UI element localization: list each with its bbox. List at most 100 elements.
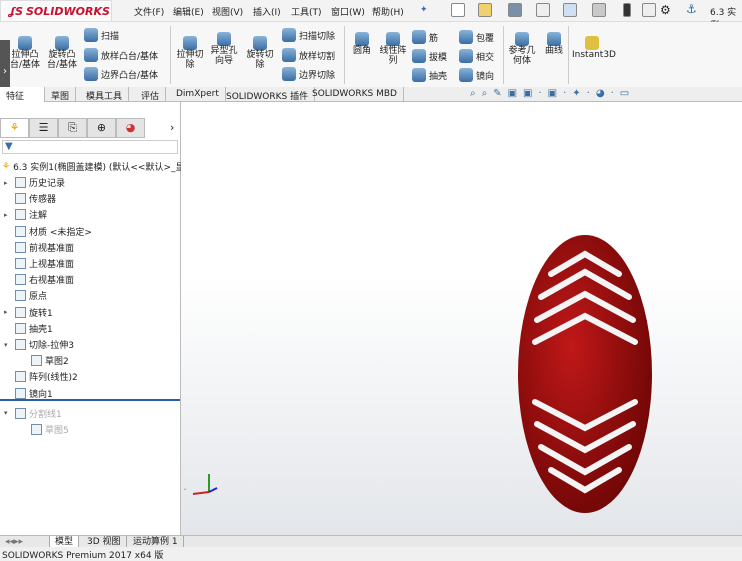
tab-mbd[interactable]: SOLIDWORKS MBD <box>306 87 404 102</box>
instant3d-button[interactable]: Instant3D <box>572 36 616 60</box>
view-toolbar-icons[interactable]: ⌕⌕✎▣▣·▣·✦·◕·▭ <box>470 88 635 99</box>
tree-item-mirror1[interactable]: 镜向1 <box>4 387 53 400</box>
display-manager-tab-icon[interactable]: ◕ <box>116 118 145 138</box>
label: 抽壳1 <box>29 324 53 335</box>
filter-input[interactable]: ▼ <box>2 140 178 154</box>
shell-button[interactable]: 抽壳 <box>412 68 447 82</box>
title-bar: ʆS SOLIDWORKS 文件(F) 编辑(E) 视图(V) 插入(I) 工具(… <box>0 0 742 31</box>
extrude-cut-button[interactable]: 拉伸切除 <box>174 36 206 70</box>
mirror-button[interactable]: 镜向 <box>459 68 494 82</box>
print-icon[interactable] <box>536 3 550 17</box>
property-manager-tab-icon[interactable]: ☰ <box>29 118 58 138</box>
select-icon[interactable] <box>592 3 606 17</box>
expand-toggle-icon[interactable]: ▸ <box>4 308 12 316</box>
tree-item-sensors[interactable]: 传感器 <box>4 192 56 205</box>
draft-button[interactable]: 拔模 <box>412 49 447 63</box>
label: 6.3 实例1(椭圆盖建模) (默认<<默认>_显 <box>13 163 185 173</box>
menu-tools[interactable]: 工具(T) <box>291 5 322 18</box>
tab-addins[interactable]: SOLIDWORKS 插件 <box>220 87 316 102</box>
open-icon[interactable] <box>478 3 492 17</box>
file-properties-icon[interactable] <box>642 3 656 17</box>
separator <box>170 26 171 84</box>
curves-button[interactable]: 曲线 <box>540 32 568 56</box>
tree-item-split-line1[interactable]: ▾ 分割线1 <box>4 407 62 420</box>
rollback-bar[interactable] <box>0 399 180 401</box>
label: 筋 <box>429 33 439 44</box>
tree-root[interactable]: ⚘ 6.3 实例1(椭圆盖建模) (默认<<默认>_显 <box>2 160 185 174</box>
menu-file[interactable]: 文件(F) <box>134 5 164 18</box>
extrude-boss-button[interactable]: 拉伸凸台/基体 <box>8 36 42 70</box>
revolve-cut-button[interactable]: 旋转切除 <box>244 36 276 70</box>
revolve-boss-button[interactable]: 旋转凸台/基体 <box>45 36 79 70</box>
menu-insert[interactable]: 插入(I) <box>253 5 281 18</box>
gear-icon[interactable]: ⚙ <box>660 3 671 17</box>
expand-toggle-icon[interactable]: ▸ <box>4 211 12 219</box>
label: 注解 <box>29 211 48 222</box>
tab-features[interactable]: 特征 <box>0 87 45 102</box>
extrude-cut-icon <box>183 36 197 50</box>
expand-toggle-icon[interactable]: ▾ <box>4 409 12 417</box>
anchor-icon[interactable]: ⚓ <box>686 2 697 16</box>
menu-view[interactable]: 视图(V) <box>212 5 243 18</box>
expand-toggle-icon[interactable]: ▾ <box>4 341 12 349</box>
intersect-button[interactable]: 相交 <box>459 49 494 63</box>
wrap-button[interactable]: 包覆 <box>459 30 494 44</box>
rib-icon <box>412 30 426 44</box>
model-view[interactable]: ◂ <box>181 102 742 535</box>
swept-cut-button[interactable]: 扫描切除 <box>282 28 335 42</box>
loft-boss-button[interactable]: 放样凸台/基体 <box>84 48 158 62</box>
save-icon[interactable] <box>508 3 522 17</box>
boundary-cut-button[interactable]: 边界切除 <box>282 67 335 81</box>
reference-geometry-icon <box>515 32 529 46</box>
tree-item-top-plane[interactable]: 上视基准面 <box>4 257 74 270</box>
tab-mold-tools[interactable]: 模具工具 <box>80 87 130 102</box>
tree-item-linear-pattern2[interactable]: 阵列(线性)2 <box>4 370 78 383</box>
sweep-button[interactable]: 扫描 <box>84 28 119 42</box>
fillet-button[interactable]: 圆角 <box>348 32 376 56</box>
revolve-cut-icon <box>253 36 267 50</box>
tab-evaluate[interactable]: 评估 <box>135 87 167 102</box>
feature-manager-panel: ⚘ ☰ ⎘ ⊕ ◕ › ▼ ⚘ 6.3 实例1(椭圆盖建模) (默认<<默认>_显… <box>0 102 185 535</box>
label: 包覆 <box>476 33 495 44</box>
tree-item-sketch5[interactable]: 草图5 <box>20 423 69 436</box>
hole-wizard-button[interactable]: 异型孔向导 <box>208 32 240 66</box>
dimxpert-manager-tab-icon[interactable]: ⊕ <box>87 118 116 138</box>
part-icon: ⚘ <box>2 161 11 172</box>
label: 阵列(线性)2 <box>29 373 78 384</box>
menu-window[interactable]: 窗口(W) <box>331 5 365 18</box>
label: 历史记录 <box>29 179 66 189</box>
expand-toggle-icon[interactable]: ▸ <box>4 179 12 187</box>
tree-item-annotations[interactable]: ▸ 注解 <box>4 208 47 221</box>
tree-item-shell1[interactable]: 抽壳1 <box>4 322 53 335</box>
tree-item-right-plane[interactable]: 右视基准面 <box>4 273 74 286</box>
lofted-cut-button[interactable]: 放样切割 <box>282 48 335 62</box>
tree-item-material[interactable]: 材质 <未指定> <box>4 225 92 238</box>
rib-button[interactable]: 筋 <box>412 30 438 44</box>
tab-dimxpert[interactable]: DimXpert <box>170 87 226 102</box>
tree-item-history[interactable]: ▸ 历史记录 <box>4 176 65 189</box>
solidworks-logo[interactable]: ʆS SOLIDWORKS <box>0 0 112 22</box>
tree-item-revolve1[interactable]: ▸ 旋转1 <box>4 306 53 319</box>
chevron-right-icon[interactable]: › <box>170 121 174 134</box>
menu-help[interactable]: 帮助(H) <box>372 5 404 18</box>
new-icon[interactable] <box>451 3 465 17</box>
tree-item-front-plane[interactable]: 前视基准面 <box>4 241 74 254</box>
feature-manager-tab-icon[interactable]: ⚘ <box>0 118 29 138</box>
undo-icon[interactable] <box>563 3 577 17</box>
boundary-boss-button[interactable]: 边界凸台/基体 <box>84 67 158 81</box>
status-bar: SOLIDWORKS Premium 2017 x64 版 <box>0 547 742 561</box>
pin-icon[interactable]: ✦ <box>420 5 428 15</box>
tree-item-origin[interactable]: 原点 <box>4 289 47 302</box>
reference-geometry-button[interactable]: 参考几何体 <box>507 32 537 66</box>
tree-item-sketch2[interactable]: 草图2 <box>20 354 69 367</box>
sketch2-icon <box>31 355 42 367</box>
graphics-area[interactable]: ◂ <box>181 102 742 535</box>
separator <box>344 26 345 84</box>
menu-edit[interactable]: 编辑(E) <box>173 5 204 18</box>
ds-logo-icon: ʆS <box>9 4 23 18</box>
tab-sketch[interactable]: 草图 <box>45 87 77 102</box>
rebuild-icon[interactable] <box>623 3 631 17</box>
linear-pattern-button[interactable]: 线性阵列 <box>377 32 409 66</box>
tree-item-cut-extrude3[interactable]: ▾ 切除-拉伸3 <box>4 338 74 351</box>
configuration-manager-tab-icon[interactable]: ⎘ <box>58 118 87 138</box>
